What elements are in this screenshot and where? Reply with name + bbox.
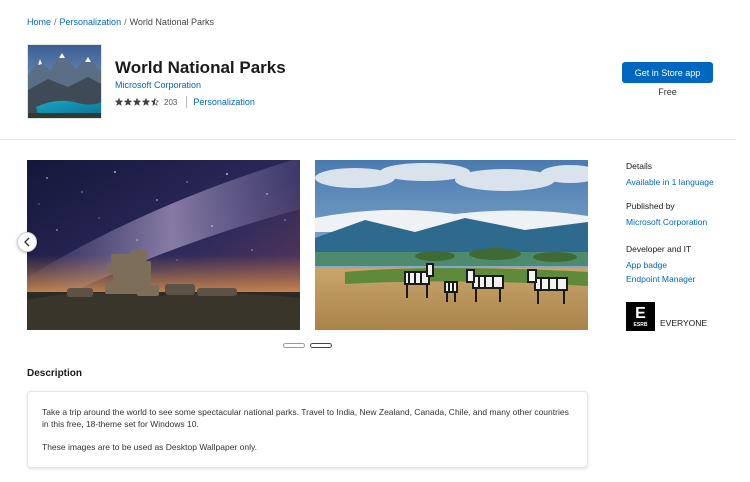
carousel-dot-1[interactable] [283,343,305,348]
star-icon [115,98,123,106]
rating-count: 203 [164,97,178,107]
category-link[interactable]: Personalization [193,97,255,107]
app-badge-link[interactable]: App badge [626,260,667,270]
star-icon [151,98,159,106]
endpoint-manager-link[interactable]: Endpoint Manager [626,274,695,284]
star-icon [124,98,132,106]
publisher-link[interactable]: Microsoft Corporation [115,80,201,90]
star-icon [142,98,150,106]
esrb-rating-label: EVERYONE [660,318,708,328]
previous-screenshot-button[interactable] [17,232,37,252]
carousel-dot-2[interactable] [310,343,332,348]
screenshot-milky-way[interactable] [27,160,300,330]
esrb-brand: ESRB [633,321,648,328]
breadcrumb-category-link[interactable]: Personalization [60,17,122,27]
rating-row: 203 Personalization [115,96,255,108]
description-paragraph-2: These images are to be used as Desktop W… [42,442,257,452]
available-languages-link[interactable]: Available in 1 language [626,177,714,187]
price-label: Free [658,87,677,97]
header-divider [0,139,736,140]
breadcrumb-home-link[interactable]: Home [27,17,51,27]
breadcrumb-separator: / [124,17,127,27]
star-rating [115,98,159,106]
published-by-heading: Published by [626,201,675,211]
get-in-store-app-button[interactable]: Get in Store app [622,62,713,83]
app-title: World National Parks [115,58,286,77]
details-heading: Details [626,161,652,171]
breadcrumb-current: World National Parks [129,17,214,27]
breadcrumb: Home / Personalization / World National Park… [27,17,214,27]
published-by-link[interactable]: Microsoft Corporation [626,217,707,227]
description-paragraph-1: Take a trip around the world to see some… [42,407,569,429]
esrb-rating-icon: E ESRB [626,302,655,331]
description-card: Take a trip around the world to see some… [27,391,588,468]
chevron-left-icon [24,237,30,247]
esrb-letter: E [635,304,646,322]
developer-it-heading: Developer and IT [626,244,692,254]
divider [186,96,188,108]
app-tile-image [27,44,102,119]
screenshot-zebras-savanna[interactable] [315,160,588,330]
star-icon [133,98,141,106]
breadcrumb-separator: / [54,17,57,27]
description-heading: Description [27,368,83,379]
